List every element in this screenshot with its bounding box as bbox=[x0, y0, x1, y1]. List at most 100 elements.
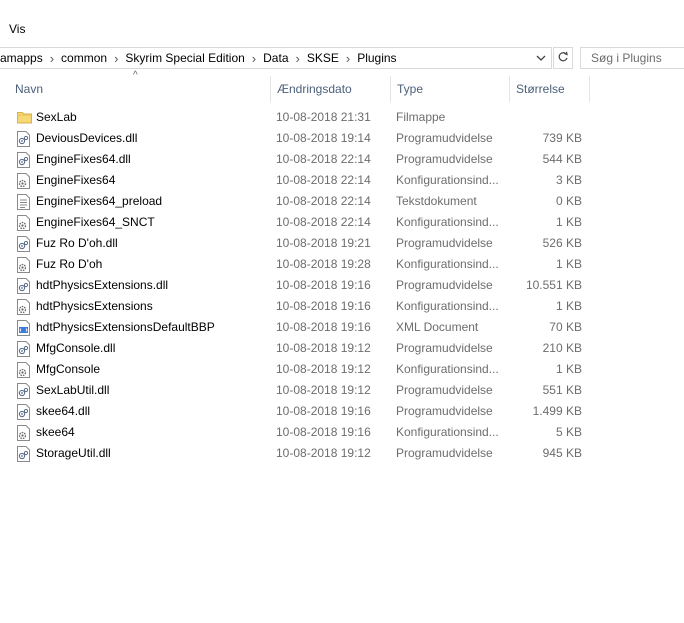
breadcrumb-skyrim-special-edition[interactable]: Skyrim Special Edition bbox=[121, 51, 248, 65]
file-type: Konfigurationsind... bbox=[396, 257, 499, 271]
file-type: Konfigurationsind... bbox=[396, 425, 499, 439]
config-file-icon bbox=[17, 362, 31, 378]
file-name: StorageUtil.dll bbox=[36, 446, 111, 460]
file-date: 10-08-2018 22:14 bbox=[276, 215, 371, 229]
file-type: Konfigurationsind... bbox=[396, 215, 499, 229]
breadcrumb-data[interactable]: Data bbox=[259, 51, 292, 65]
file-size: 70 KB bbox=[549, 320, 582, 334]
breadcrumb-skse[interactable]: SKSE bbox=[303, 51, 343, 65]
file-name: skee64.dll bbox=[36, 404, 91, 418]
column-header-type[interactable]: Type bbox=[390, 76, 509, 102]
file-list: SexLab 10-08-2018 21:31 Filmappe DeviousDe… bbox=[0, 107, 684, 464]
file-size: 945 KB bbox=[542, 446, 582, 460]
list-item[interactable]: MfgConsole 10-08-2018 19:12 Konfigurations… bbox=[0, 359, 684, 380]
list-item[interactable]: hdtPhysicsExtensions 10-08-2018 19:16 Konf… bbox=[0, 296, 684, 317]
column-header-size[interactable]: Størrelse bbox=[509, 76, 590, 102]
list-item[interactable]: EngineFixes64.dll 10-08-2018 22:14 Program… bbox=[0, 149, 684, 170]
file-date: 10-08-2018 19:16 bbox=[276, 320, 371, 334]
file-date: 10-08-2018 19:16 bbox=[276, 404, 371, 418]
file-name: hdtPhysicsExtensionsDefaultBBP bbox=[36, 320, 215, 334]
file-name: Fuz Ro D'oh.dll bbox=[36, 236, 118, 250]
chevron-right-icon[interactable]: › bbox=[47, 51, 57, 66]
file-type: Konfigurationsind... bbox=[396, 299, 499, 313]
list-item[interactable]: EngineFixes64 10-08-2018 22:14 Konfigurati… bbox=[0, 170, 684, 191]
list-item[interactable]: SexLabUtil.dll 10-08-2018 19:12 Programudv… bbox=[0, 380, 684, 401]
file-size: 10.551 KB bbox=[525, 278, 582, 292]
file-date: 10-08-2018 19:16 bbox=[276, 425, 371, 439]
tab-view[interactable]: Vis bbox=[9, 22, 25, 36]
dll-file-icon bbox=[17, 152, 31, 168]
file-date: 10-08-2018 22:14 bbox=[276, 194, 371, 208]
config-file-icon bbox=[17, 299, 31, 315]
file-type: Programudvidelse bbox=[396, 236, 493, 250]
file-size: 3 KB bbox=[555, 173, 582, 187]
list-item[interactable]: DeviousDevices.dll 10-08-2018 19:14 Progra… bbox=[0, 128, 684, 149]
chevron-right-icon[interactable]: › bbox=[293, 51, 303, 66]
file-date: 10-08-2018 19:12 bbox=[276, 446, 371, 460]
chevron-down-icon[interactable] bbox=[533, 48, 549, 68]
file-name: MfgConsole bbox=[36, 362, 101, 376]
file-name: SexLabUtil.dll bbox=[36, 383, 110, 397]
file-name: EngineFixes64_preload bbox=[36, 194, 163, 208]
list-item[interactable]: EngineFixes64_SNCT 10-08-2018 22:14 Konfig… bbox=[0, 212, 684, 233]
file-size: 544 KB bbox=[542, 152, 582, 166]
column-header: Navn Ændringsdato Type Størrelse bbox=[0, 76, 684, 102]
file-name: EngineFixes64_SNCT bbox=[36, 215, 155, 229]
refresh-button[interactable] bbox=[553, 47, 573, 69]
file-date: 10-08-2018 19:12 bbox=[276, 362, 371, 376]
list-item[interactable]: EngineFixes64_preload 10-08-2018 22:14 Tek… bbox=[0, 191, 684, 212]
chevron-right-icon[interactable]: › bbox=[343, 51, 353, 66]
search-input[interactable] bbox=[580, 47, 684, 69]
file-size: 1 KB bbox=[555, 299, 582, 313]
file-name: MfgConsole.dll bbox=[36, 341, 116, 355]
file-date: 10-08-2018 19:12 bbox=[276, 341, 371, 355]
file-name: SexLab bbox=[36, 110, 77, 124]
file-size: 1 KB bbox=[555, 362, 582, 376]
file-size: 551 KB bbox=[542, 383, 582, 397]
list-item[interactable]: Fuz Ro D'oh 10-08-2018 19:28 Konfiguration… bbox=[0, 254, 684, 275]
file-date: 10-08-2018 19:16 bbox=[276, 299, 371, 313]
file-type: XML Document bbox=[396, 320, 479, 334]
file-size: 1 KB bbox=[555, 215, 582, 229]
dll-file-icon bbox=[17, 383, 31, 399]
file-type: Programudvidelse bbox=[396, 341, 493, 355]
file-size: 5 KB bbox=[555, 425, 582, 439]
address-bar[interactable]: amapps › common › Skyrim Special Edition… bbox=[0, 47, 552, 69]
ribbon: Vis bbox=[0, 0, 684, 44]
dll-file-icon bbox=[17, 341, 31, 357]
column-header-date[interactable]: Ændringsdato bbox=[270, 76, 390, 102]
file-size: 1.499 KB bbox=[532, 404, 582, 418]
file-name: Fuz Ro D'oh bbox=[36, 257, 103, 271]
list-item[interactable]: SexLab 10-08-2018 21:31 Filmappe bbox=[0, 107, 684, 128]
dll-file-icon bbox=[17, 236, 31, 252]
file-type: Filmappe bbox=[396, 110, 446, 124]
column-header-name[interactable]: Navn bbox=[0, 76, 270, 102]
dll-file-icon bbox=[17, 278, 31, 294]
file-type: Programudvidelse bbox=[396, 383, 493, 397]
breadcrumb-amapps[interactable]: amapps bbox=[0, 51, 47, 65]
file-date: 10-08-2018 19:14 bbox=[276, 131, 371, 145]
list-item[interactable]: Fuz Ro D'oh.dll 10-08-2018 19:21 Programud… bbox=[0, 233, 684, 254]
breadcrumb-common[interactable]: common bbox=[57, 51, 111, 65]
list-item[interactable]: MfgConsole.dll 10-08-2018 19:12 Programudv… bbox=[0, 338, 684, 359]
file-date: 10-08-2018 22:14 bbox=[276, 173, 371, 187]
list-item[interactable]: skee64.dll 10-08-2018 19:16 Programudvidel… bbox=[0, 401, 684, 422]
chevron-right-icon[interactable]: › bbox=[111, 51, 121, 66]
list-item[interactable]: skee64 10-08-2018 19:16 Konfigurationsind.… bbox=[0, 422, 684, 443]
breadcrumb-plugins[interactable]: Plugins bbox=[353, 51, 400, 65]
dll-file-icon bbox=[17, 131, 31, 147]
dll-file-icon bbox=[17, 404, 31, 420]
file-date: 10-08-2018 19:16 bbox=[276, 278, 371, 292]
config-file-icon bbox=[17, 257, 31, 273]
list-item[interactable]: StorageUtil.dll 10-08-2018 19:12 Programud… bbox=[0, 443, 684, 464]
file-date: 10-08-2018 19:28 bbox=[276, 257, 371, 271]
file-name: EngineFixes64.dll bbox=[36, 152, 131, 166]
list-item[interactable]: hdtPhysicsExtensionsDefaultBBP 10-08-2018… bbox=[0, 317, 684, 338]
list-item[interactable]: hdtPhysicsExtensions.dll 10-08-2018 19:16… bbox=[0, 275, 684, 296]
config-file-icon bbox=[17, 215, 31, 231]
file-type: Programudvidelse bbox=[396, 131, 493, 145]
file-type: Tekstdokument bbox=[396, 194, 477, 208]
chevron-right-icon[interactable]: › bbox=[249, 51, 259, 66]
file-date: 10-08-2018 21:31 bbox=[276, 110, 371, 124]
file-type: Konfigurationsind... bbox=[396, 362, 499, 376]
